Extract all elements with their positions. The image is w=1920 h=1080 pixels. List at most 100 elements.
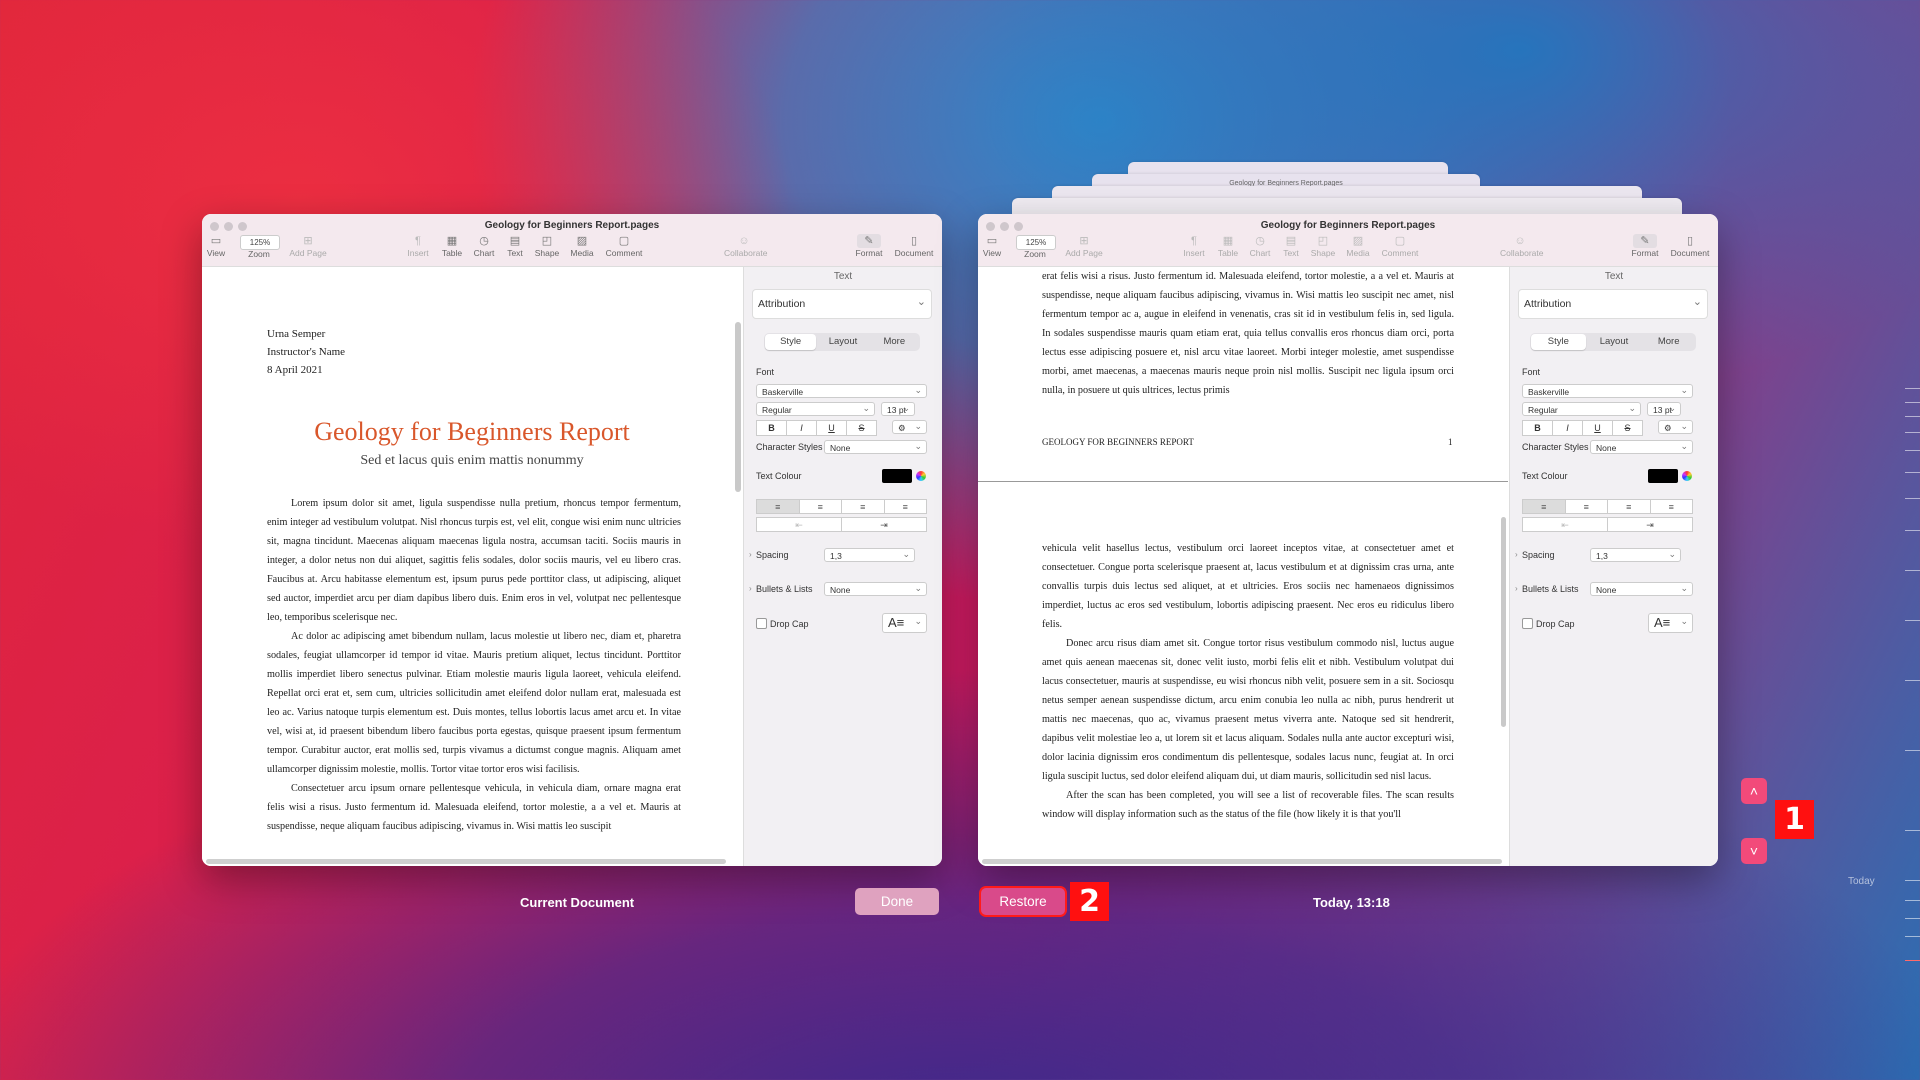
version-timeline[interactable] (1900, 380, 1920, 980)
underline-button[interactable]: U (1582, 420, 1613, 436)
font-weight-select[interactable]: Regular (1522, 401, 1641, 416)
sidebar-tabs: Style Layout More (1530, 333, 1696, 351)
paragraph-style-select[interactable]: Attribution ⌄ (752, 289, 932, 319)
toolbar-media[interactable]: ▨ Media (562, 234, 602, 258)
add-page-icon: ⊞ (303, 235, 313, 247)
toolbar-document[interactable]: ▯ Document (1670, 234, 1710, 258)
chevron-up-icon[interactable]: ˄ (1741, 778, 1767, 804)
align-center-icon[interactable]: ≡ (798, 499, 842, 514)
toolbar-media[interactable]: ▨ Media (1338, 234, 1378, 258)
chevron-right-icon[interactable]: › (749, 584, 752, 593)
font-weight-select[interactable]: Regular (756, 401, 875, 416)
toolbar-add-page[interactable]: ⊞ Add Page (288, 234, 328, 258)
chevron-right-icon[interactable]: › (1515, 584, 1518, 593)
document-canvas[interactable]: Urna Semper Instructor's Name 8 April 20… (202, 267, 742, 866)
chevron-right-icon[interactable]: › (1515, 550, 1518, 559)
report-subtitle: Sed et lacus quis enim mattis nonummy (360, 453, 584, 468)
toolbar-add-page[interactable]: ⊞ Add Page (1064, 234, 1104, 258)
align-justify-icon[interactable]: ≡ (883, 499, 927, 514)
zoom-select[interactable]: 125% (240, 235, 280, 250)
spacing-label: Spacing (756, 550, 789, 560)
toolbar-collaborate[interactable]: ☺ Collaborate (724, 234, 767, 258)
font-family-select[interactable]: Baskerville (1522, 383, 1693, 398)
drop-cap-checkbox[interactable] (756, 618, 767, 629)
drop-cap-checkbox[interactable] (1522, 618, 1533, 629)
text-options-gear-icon[interactable]: ⚙ (1658, 419, 1693, 434)
vertical-scrollbar[interactable] (735, 322, 741, 492)
italic-button[interactable]: I (1552, 420, 1583, 436)
collaborate-icon: ☺ (738, 235, 750, 247)
toolbar-format[interactable]: ✎ Format (849, 234, 889, 258)
chevron-right-icon[interactable]: › (749, 550, 752, 559)
toolbar-view[interactable]: ▭ View (978, 234, 1012, 258)
character-styles-select[interactable]: None (824, 439, 927, 454)
color-wheel-icon[interactable] (916, 471, 926, 481)
drop-cap-style-icon[interactable]: A≡ (1648, 612, 1693, 633)
increase-indent-icon[interactable]: ⇥ (841, 517, 927, 532)
bold-button[interactable]: B (756, 420, 787, 436)
spacing-select[interactable]: 1,3 (1590, 547, 1681, 562)
spacing-select[interactable]: 1,3 (824, 547, 915, 562)
toolbar-comment[interactable]: ▢ Comment (1380, 234, 1420, 258)
toolbar-zoom: Zoom (1024, 249, 1046, 259)
tab-more[interactable]: More (1641, 333, 1696, 351)
font-size-field[interactable]: 13 pt (881, 401, 915, 416)
bullets-select[interactable]: None (824, 581, 927, 596)
toolbar-comment[interactable]: ▢ Comment (604, 234, 644, 258)
alignment-buttons: ≡ ≡ ≡ ≡ (1522, 499, 1693, 514)
tab-style[interactable]: Style (1531, 334, 1586, 350)
align-left-icon[interactable]: ≡ (756, 499, 800, 514)
shape-icon: ◰ (1317, 235, 1329, 247)
tab-more[interactable]: More (869, 333, 920, 351)
tab-layout[interactable]: Layout (817, 333, 868, 351)
decrease-indent-icon[interactable]: ⇤ (1522, 517, 1608, 532)
underline-button[interactable]: U (816, 420, 847, 436)
align-right-icon[interactable]: ≡ (1607, 499, 1651, 514)
zoom-select[interactable]: 125% (1016, 235, 1056, 250)
tab-style[interactable]: Style (765, 334, 817, 350)
toolbar-shape[interactable]: ◰ Shape (1303, 234, 1343, 258)
align-right-icon[interactable]: ≡ (841, 499, 885, 514)
align-center-icon[interactable]: ≡ (1564, 499, 1608, 514)
toolbar-format[interactable]: ✎ Format (1625, 234, 1665, 258)
horizontal-scrollbar[interactable] (206, 859, 726, 864)
text-options-gear-icon[interactable]: ⚙ (892, 419, 927, 434)
toolbar-document[interactable]: ▯ Document (894, 234, 934, 258)
italic-button[interactable]: I (786, 420, 817, 436)
toolbar-view[interactable]: ▭ View (202, 234, 236, 258)
title-bar: Geology for Beginners Report.pages ▭ View… (202, 214, 942, 267)
text-colour-swatch[interactable] (882, 469, 912, 483)
chevron-down-icon: ⌄ (1692, 296, 1702, 308)
paragraph-style-select[interactable]: Attribution ⌄ (1518, 289, 1708, 319)
character-styles-select[interactable]: None (1590, 439, 1693, 454)
increase-indent-icon[interactable]: ⇥ (1607, 517, 1693, 532)
align-justify-icon[interactable]: ≡ (1649, 499, 1693, 514)
horizontal-scrollbar[interactable] (982, 859, 1502, 864)
collaborate-icon: ☺ (1514, 235, 1526, 247)
toolbar-shape[interactable]: ◰ Shape (527, 234, 567, 258)
text-colour-label: Text Colour (1522, 471, 1568, 481)
vertical-scrollbar[interactable] (1501, 517, 1506, 727)
bullets-select[interactable]: None (1590, 581, 1693, 596)
toolbar-collaborate[interactable]: ☺ Collaborate (1500, 234, 1543, 258)
page-number: 1 (1448, 437, 1453, 447)
text-colour-swatch[interactable] (1648, 469, 1678, 483)
bold-button[interactable]: B (1522, 420, 1553, 436)
font-family-select[interactable]: Baskerville (756, 383, 927, 398)
font-size-field[interactable]: 13 pt (1647, 401, 1681, 416)
format-sidebar: Text Attribution ⌄ Style Layout More Fon… (1509, 267, 1718, 866)
decrease-indent-icon[interactable]: ⇤ (756, 517, 842, 532)
done-button[interactable]: Done (855, 888, 939, 915)
strikethrough-button[interactable]: S (846, 420, 877, 436)
restore-button[interactable]: Restore (981, 888, 1065, 915)
current-document-window: Geology for Beginners Report.pages ▭ View… (202, 214, 942, 866)
align-left-icon[interactable]: ≡ (1522, 499, 1566, 514)
color-wheel-icon[interactable] (1682, 471, 1692, 481)
tab-layout[interactable]: Layout (1587, 333, 1642, 351)
chevron-down-icon[interactable]: ˅ (1741, 838, 1767, 864)
report-date: 8 April 2021 (267, 364, 323, 376)
strikethrough-button[interactable]: S (1612, 420, 1643, 436)
drop-cap-style-icon[interactable]: A≡ (882, 612, 927, 633)
document-canvas[interactable]: erat felis wisi a risus. Justo fermentum… (978, 267, 1508, 866)
toolbar: ▭ View 125% Zoom ⊞ Add Page ¶ Insert ▦ Table… (202, 234, 942, 264)
